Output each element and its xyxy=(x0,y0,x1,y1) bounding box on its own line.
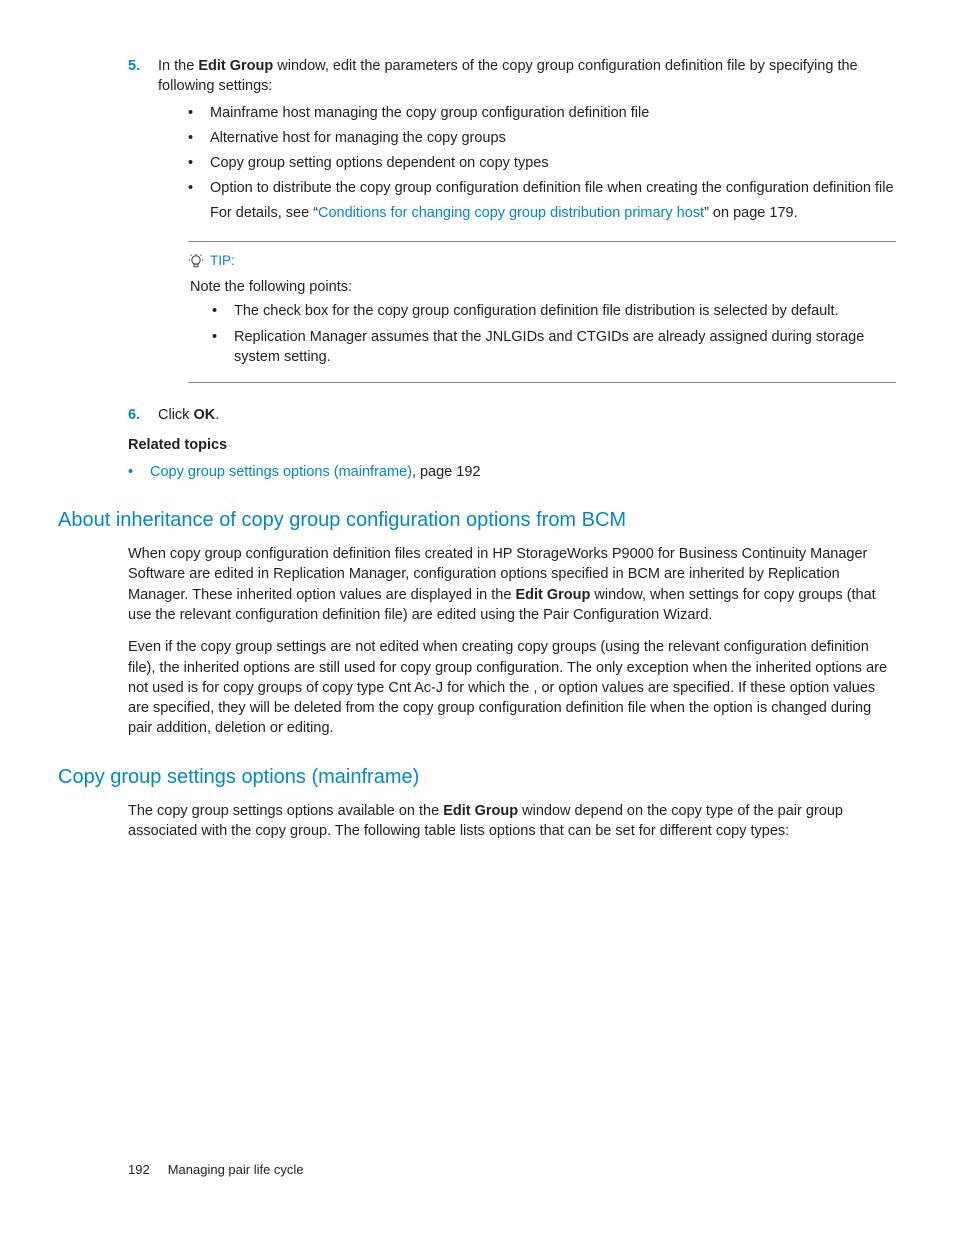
related-item-1-post: , page 192 xyxy=(412,464,481,480)
step-5-intro-pre: In the xyxy=(158,58,198,74)
step-6-bold: OK xyxy=(193,407,215,423)
tip-box: TIP: Note the following points: • The ch… xyxy=(188,241,896,383)
step-5-number: 5. xyxy=(128,56,158,397)
step-6-post: . xyxy=(215,407,219,423)
step-6-pre: Click xyxy=(158,407,193,423)
step-5-bullet-2-text: Alternative host for managing the copy g… xyxy=(210,128,896,148)
step-5-bullet-2: • Alternative host for managing the copy… xyxy=(188,128,896,148)
page-footer: 192 Managing pair life cycle xyxy=(128,1161,304,1179)
heading-copy-group-settings: Copy group settings options (mainframe) xyxy=(58,763,896,791)
step-5: 5. In the Edit Group window, edit the pa… xyxy=(128,56,896,397)
step-5-bullet-1-text: Mainframe host managing the copy group c… xyxy=(210,103,896,123)
sectionA-para-2: Even if the copy group settings are not … xyxy=(128,637,896,738)
lightbulb-icon xyxy=(188,254,206,270)
step-5-bullet-4-sub-post: ” on page 179. xyxy=(704,205,798,221)
tip-bullet-2: • Replication Manager assumes that the J… xyxy=(212,327,896,368)
sectionB-p1-pre: The copy group settings options availabl… xyxy=(128,803,443,819)
step-5-intro-bold: Edit Group xyxy=(198,58,273,74)
link-conditions[interactable]: Conditions for changing copy group distr… xyxy=(318,205,704,221)
chapter-title: Managing pair life cycle xyxy=(168,1162,304,1177)
page-number: 192 xyxy=(128,1162,150,1177)
bullet-dot: • xyxy=(188,103,210,123)
heading-inheritance: About inheritance of copy group configur… xyxy=(58,506,896,534)
tip-lead: Note the following points: xyxy=(190,277,896,297)
step-5-bullet-1: • Mainframe host managing the copy group… xyxy=(188,103,896,123)
bullet-dot: • xyxy=(128,462,150,482)
step-5-bullet-4-sub-pre: For details, see “ xyxy=(210,205,318,221)
related-topics-heading: Related topics xyxy=(128,435,896,455)
related-item-1: • Copy group settings options (mainframe… xyxy=(128,462,896,482)
sectionA-para-1: When copy group configuration definition… xyxy=(128,544,896,625)
link-copy-group-settings[interactable]: Copy group settings options (mainframe) xyxy=(150,464,412,480)
step-5-bullet-3: • Copy group setting options dependent o… xyxy=(188,153,896,173)
sectionB-para-1: The copy group settings options availabl… xyxy=(128,801,896,842)
bullet-dot: • xyxy=(212,327,234,368)
step-5-bullet-4: • Option to distribute the copy group co… xyxy=(188,178,896,227)
bullet-dot: • xyxy=(212,301,234,321)
bullet-dot: • xyxy=(188,153,210,173)
tip-bullet-1: • The check box for the copy group confi… xyxy=(212,301,896,321)
bullet-dot: • xyxy=(188,128,210,148)
step-5-bullet-3-text: Copy group setting options dependent on … xyxy=(210,153,896,173)
bullet-dot: • xyxy=(188,178,210,227)
tip-bullet-2-text: Replication Manager assumes that the JNL… xyxy=(234,327,896,368)
tip-bullet-1-text: The check box for the copy group configu… xyxy=(234,301,896,321)
tip-label: TIP: xyxy=(210,252,235,271)
sectionA-p1-bold: Edit Group xyxy=(515,587,590,603)
step-6-number: 6. xyxy=(128,405,158,425)
step-5-bullet-4-text: Option to distribute the copy group conf… xyxy=(210,178,896,198)
step-6: 6. Click OK. xyxy=(128,405,896,425)
sectionB-p1-bold: Edit Group xyxy=(443,803,518,819)
